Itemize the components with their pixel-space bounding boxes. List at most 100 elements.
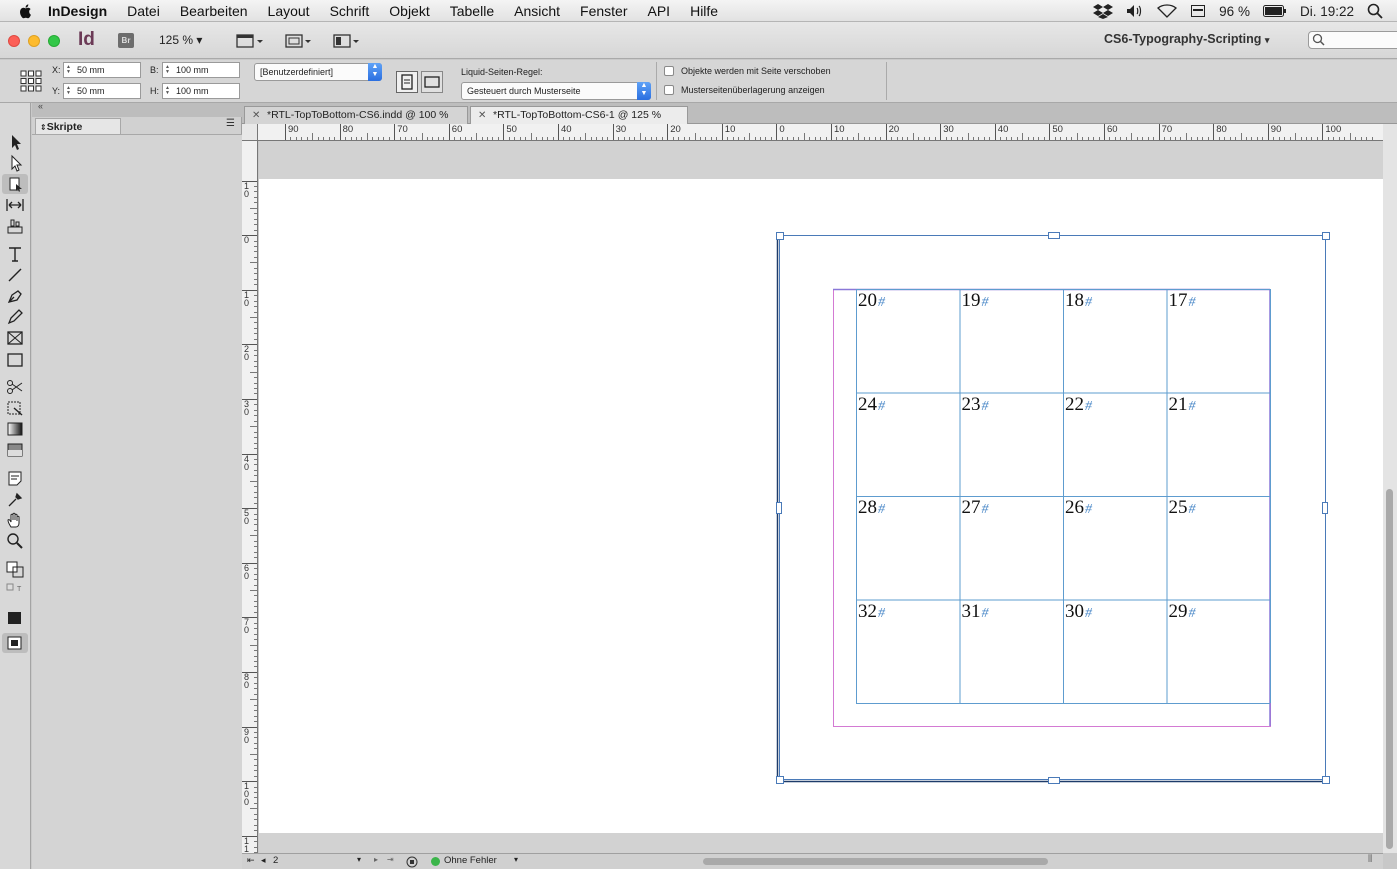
stepper-icon[interactable]: ▲ ▼ [165, 86, 173, 96]
spotlight-search-icon[interactable] [1367, 3, 1383, 19]
next-page-icon[interactable]: ▸ [374, 855, 378, 864]
page-menu-chevron-icon[interactable]: ▾ [357, 855, 361, 864]
direct-selection-tool-icon[interactable] [5, 154, 25, 172]
scissors-tool-icon[interactable] [5, 378, 25, 396]
landscape-orientation-icon[interactable] [421, 71, 443, 93]
page-canvas[interactable]: 20# 19# 18# 17# 24# 23# 22# 21# 28# 27# 26# 25# 32# 3… [259, 179, 1383, 833]
show-master-overlay-checkbox[interactable] [664, 85, 674, 95]
page-size-preset-dropdown[interactable]: [Benutzerdefiniert] ▲ ▼ [254, 63, 382, 81]
minimize-window-button[interactable] [28, 35, 40, 47]
ruler-origin[interactable] [242, 124, 258, 141]
portrait-orientation-icon[interactable] [396, 71, 418, 93]
menu-ansicht[interactable]: Ansicht [514, 3, 560, 19]
vertical-scroll-thumb[interactable] [1386, 489, 1393, 849]
selection-handle[interactable] [776, 232, 784, 240]
view-options-icon[interactable] [235, 32, 263, 50]
pasteboard[interactable]: 20# 19# 18# 17# 24# 23# 22# 21# 28# 27# 26# 25# 32# 3… [259, 141, 1383, 860]
formatting-affects-container-icon[interactable]: T [5, 581, 25, 599]
close-tab-icon[interactable]: ✕ [252, 107, 260, 124]
menu-objekt[interactable]: Objekt [389, 3, 429, 19]
liquid-rule-dropdown[interactable]: Gesteuert durch Musterseite ▲ ▼ [461, 82, 651, 100]
table-cell[interactable]: 18# [1065, 291, 1092, 310]
menu-schrift[interactable]: Schrift [330, 3, 370, 19]
menu-hilfe[interactable]: Hilfe [690, 3, 718, 19]
tab-document-1[interactable]: ✕ *RTL-TopToBottom-CS6.indd @ 100 % [244, 106, 468, 124]
height-field[interactable]: ▲ ▼ 100 mm [162, 83, 240, 99]
scripts-list[interactable] [32, 135, 242, 869]
selection-handle[interactable] [1048, 232, 1060, 239]
reference-point-icon[interactable] [20, 70, 42, 92]
help-search-input[interactable] [1308, 31, 1397, 49]
table-cell[interactable]: 20# [858, 291, 885, 310]
workspace-switcher[interactable]: CS6-Typography-Scripting ▾ [1104, 32, 1269, 46]
width-field[interactable]: ▲ ▼ 100 mm [162, 62, 240, 78]
zoom-tool-icon[interactable] [5, 532, 25, 550]
zoom-window-button[interactable] [48, 35, 60, 47]
zoom-level-dropdown[interactable]: 125 % ▾ [159, 33, 202, 47]
vertical-ruler[interactable]: 1 0 0 1 0 2 0 3 0 4 0 5 0 6 0 7 0 8 0 9 0 1 0 0 1 1 [242, 141, 258, 861]
last-page-icon[interactable]: ⇥ [387, 855, 394, 864]
preflight-menu-chevron-icon[interactable]: ▾ [514, 855, 518, 864]
vertical-scrollbar[interactable] [1383, 124, 1397, 853]
gradient-swatch-tool-icon[interactable] [5, 420, 25, 438]
split-window-icon[interactable]: ⫴ [1368, 854, 1372, 865]
eyedropper-tool-icon[interactable] [5, 490, 25, 508]
battery-icon[interactable] [1262, 4, 1287, 18]
preview-mode-icon[interactable] [5, 634, 25, 652]
rectangle-tool-icon[interactable] [5, 351, 25, 369]
table-cell[interactable]: 26# [1065, 498, 1092, 517]
gap-tool-icon[interactable] [5, 196, 25, 214]
horizontal-scroll-thumb[interactable] [703, 858, 1048, 865]
screen-mode-icon[interactable] [284, 32, 312, 50]
dropbox-icon[interactable] [1093, 3, 1114, 19]
stepper-icon[interactable]: ▲ ▼ [165, 65, 173, 75]
open-document-icon[interactable] [406, 856, 419, 868]
stepper-icon[interactable]: ▲ ▼ [66, 86, 74, 96]
close-tab-icon[interactable]: ✕ [478, 107, 486, 124]
free-transform-tool-icon[interactable] [5, 399, 25, 417]
page-tool-icon[interactable] [5, 175, 25, 193]
horizontal-ruler[interactable]: 90 80 70 60 50 40 30 20 10 0 10 20 30 40 50 60 70 80 90 100 [258, 124, 1383, 141]
table-cell[interactable]: 23# [962, 395, 989, 414]
table-cell[interactable]: 27# [962, 498, 989, 517]
wifi-icon[interactable] [1157, 3, 1178, 19]
x-position-field[interactable]: ▲ ▼ 50 mm [63, 62, 141, 78]
selection-handle[interactable] [1322, 232, 1330, 240]
tab-document-2[interactable]: ✕ *RTL-TopToBottom-CS6-1 @ 125 % [470, 106, 688, 124]
table-cell[interactable]: 17# [1169, 291, 1196, 310]
y-position-field[interactable]: ▲ ▼ 50 mm [63, 83, 141, 99]
pen-tool-icon[interactable] [5, 287, 25, 305]
bridge-button[interactable]: Br [118, 33, 134, 48]
close-window-button[interactable] [8, 35, 20, 47]
menu-tabelle[interactable]: Tabelle [450, 3, 494, 19]
selection-handle[interactable] [1322, 502, 1328, 514]
menu-layout[interactable]: Layout [268, 3, 310, 19]
panel-menu-icon[interactable]: ☰ [226, 118, 235, 129]
table-cell[interactable]: 29# [1169, 602, 1196, 621]
note-tool-icon[interactable] [5, 469, 25, 487]
previous-page-icon[interactable]: ◂ [261, 855, 266, 866]
table-cell[interactable]: 24# [858, 395, 885, 414]
selection-handle[interactable] [776, 502, 782, 514]
rectangle-frame-tool-icon[interactable] [5, 329, 25, 347]
type-tool-icon[interactable] [5, 245, 25, 263]
selection-tool-icon[interactable] [5, 133, 25, 151]
page-number-field[interactable]: 2 [273, 855, 278, 866]
apple-menu-icon[interactable] [18, 3, 34, 19]
selection-handle[interactable] [776, 776, 784, 784]
collapse-icon[interactable]: « [38, 101, 43, 111]
table-cell[interactable]: 21# [1169, 395, 1196, 414]
table-cell[interactable]: 28# [858, 498, 885, 517]
content-collector-icon[interactable] [5, 217, 25, 235]
gradient-feather-tool-icon[interactable] [5, 441, 25, 459]
volume-icon[interactable] [1126, 3, 1144, 19]
scripts-panel-tab[interactable]: ⇕Skripte [35, 118, 121, 135]
first-page-icon[interactable]: ⇤ [247, 855, 255, 866]
table-cell[interactable]: 22# [1065, 395, 1092, 414]
selection-handle[interactable] [1322, 776, 1330, 784]
objects-move-with-page-checkbox[interactable] [664, 66, 674, 76]
menu-fenster[interactable]: Fenster [580, 3, 627, 19]
calendar-menu-icon[interactable] [1190, 3, 1206, 19]
hand-tool-icon[interactable] [5, 511, 25, 529]
table-cell[interactable]: 25# [1169, 498, 1196, 517]
